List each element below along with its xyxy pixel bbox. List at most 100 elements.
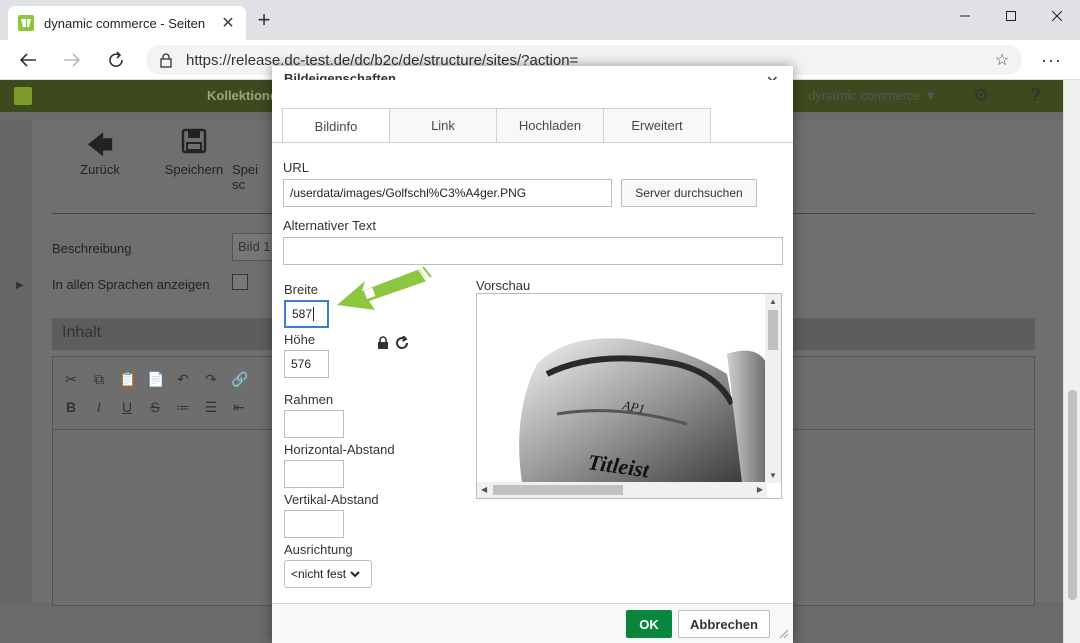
browse-server-button[interactable]: Server durchsuchen (621, 179, 757, 207)
vspace-label: Vertikal-Abstand (284, 492, 379, 507)
alt-text-label: Alternativer Text (283, 218, 376, 233)
golf-club-image: AP1 Titleist (519, 338, 767, 483)
logo-mark-icon (14, 87, 32, 105)
annotation-arrow-icon (337, 266, 432, 310)
italic-icon[interactable]: I (91, 399, 107, 415)
minimize-icon[interactable] (942, 0, 988, 32)
toolbar-save-close-label: Spei sc (232, 162, 259, 192)
scroll-up-icon[interactable]: ▲ (769, 297, 777, 306)
paste-text-icon[interactable]: 📄 (147, 371, 164, 388)
ok-button[interactable]: OK (626, 610, 672, 638)
redo-icon[interactable]: ↷ (203, 371, 219, 388)
preview-hscroll-thumb[interactable] (493, 485, 623, 495)
tab-title: dynamic commerce - Seiten (44, 15, 206, 31)
preview-box: AP1 Titleist ▲ ▼ ◀ ▶ (476, 293, 782, 499)
scroll-left-icon[interactable]: ◀ (481, 485, 487, 494)
bildinfo-panel: URL /userdata/images/Golfschl%C3%A4ger.P… (272, 142, 793, 602)
reset-size-icon[interactable] (395, 336, 409, 350)
cut-icon[interactable]: ✂ (63, 371, 79, 388)
strike-icon[interactable]: S (147, 399, 163, 415)
lock-ratio-icon[interactable] (377, 336, 389, 350)
tab-bildinfo[interactable]: Bildinfo (282, 108, 390, 143)
url-input[interactable]: /userdata/images/Golfschl%C3%A4ger.PNG (283, 179, 612, 207)
underline-icon[interactable]: U (119, 399, 135, 415)
tab-link[interactable]: Link (389, 108, 497, 142)
border-input[interactable] (284, 410, 344, 438)
close-window-icon[interactable] (1034, 0, 1080, 32)
reload-icon[interactable] (102, 46, 130, 74)
dc-favicon-icon (18, 15, 34, 31)
expand-arrow-icon[interactable]: ▶ (16, 280, 24, 291)
browser-tabbar: dynamic commerce - Seiten ✕ + (0, 0, 1080, 40)
align-select-value: <nicht fest (291, 567, 347, 581)
back-arrow-icon[interactable] (14, 46, 42, 74)
page-scrollbar-thumb[interactable] (1068, 390, 1077, 600)
hspace-input[interactable] (284, 460, 344, 488)
app-logo (14, 86, 74, 106)
alt-text-input[interactable] (283, 237, 783, 265)
tab-erweitert[interactable]: Erweitert (603, 108, 711, 142)
user-menu[interactable]: dynamic commerce ▼ (808, 88, 937, 103)
toolbar-save-label: Speichern (164, 162, 224, 177)
lock-icon (160, 52, 172, 68)
back-icon: 🡄 (86, 130, 114, 160)
width-input[interactable]: 587 (284, 300, 329, 328)
dialog-tabs: Bildinfo Link Hochladen Erweitert (282, 108, 782, 143)
text-caret (313, 307, 315, 321)
height-label: Höhe (284, 332, 316, 347)
help-icon[interactable]: ? (1030, 85, 1041, 106)
all-languages-label: In allen Sprachen anzeigen (52, 277, 210, 292)
editor-toolbar: ✂ ⧉ 📋 📄 ↶ ↷ 🔗 B I U S ≔ ☰ ⇤ (63, 365, 248, 421)
scroll-right-icon[interactable]: ▶ (757, 485, 763, 494)
align-select[interactable]: <nicht fest (284, 560, 372, 588)
forward-arrow-icon[interactable] (58, 46, 86, 74)
gear-icon[interactable]: ⚙ (973, 85, 989, 106)
all-languages-checkbox[interactable] (232, 274, 248, 290)
tab-close-icon[interactable]: ✕ (220, 13, 236, 33)
ratio-controls (377, 336, 409, 350)
height-input[interactable]: 576 (284, 350, 329, 378)
bold-icon[interactable]: B (63, 399, 79, 415)
preview-vscroll[interactable]: ▲ ▼ (765, 294, 781, 483)
window-controls (942, 0, 1080, 32)
tab-hochladen[interactable]: Hochladen (496, 108, 604, 142)
page-scrollbar[interactable] (1063, 80, 1080, 643)
scroll-down-icon[interactable]: ▼ (769, 471, 777, 480)
dialog-footer: OK Abbrechen (272, 603, 793, 643)
browser-menu-icon[interactable]: ··· (1041, 50, 1062, 71)
width-label: Breite (284, 282, 318, 297)
bullet-list-icon[interactable]: ☰ (203, 399, 219, 416)
outdent-icon[interactable]: ⇤ (231, 399, 247, 416)
align-label: Ausrichtung (284, 542, 353, 557)
vspace-input[interactable] (284, 510, 344, 538)
url-label: URL (283, 160, 310, 175)
dialog-body: Bildinfo Link Hochladen Erweitert URL /u… (272, 80, 793, 588)
maximize-icon[interactable] (988, 0, 1034, 32)
undo-icon[interactable]: ↶ (175, 371, 191, 388)
preview-label: Vorschau (476, 278, 531, 293)
toolbar-back[interactable]: 🡄 Zurück (60, 128, 140, 177)
copy-icon[interactable]: ⧉ (91, 371, 107, 388)
favorite-star-icon[interactable]: ☆ (992, 50, 1012, 70)
preview-hscroll[interactable]: ◀ ▶ (477, 482, 767, 498)
hspace-label: Horizontal-Abstand (284, 442, 395, 457)
cancel-button[interactable]: Abbrechen (678, 610, 770, 638)
toolbar-back-label: Zurück (80, 162, 120, 177)
new-tab-icon[interactable]: + (252, 9, 276, 33)
toolbar-save-close[interactable]: Spei sc (232, 128, 272, 192)
image-properties-dialog: Bildeigenschaften ✕ Bildinfo Link Hochla… (272, 66, 793, 643)
preview-vscroll-thumb[interactable] (768, 310, 778, 350)
user-menu-label: dynamic commerce (808, 88, 921, 103)
resize-grip-icon[interactable] (779, 629, 789, 639)
toolbar-save[interactable]: Speichern (154, 128, 234, 177)
paste-icon[interactable]: 📋 (119, 371, 136, 388)
border-label: Rahmen (284, 392, 334, 407)
width-value: 587 (292, 307, 313, 321)
link-icon[interactable]: 🔗 (231, 371, 248, 388)
numbered-list-icon[interactable]: ≔ (175, 399, 191, 416)
browser-tab[interactable]: dynamic commerce - Seiten ✕ (8, 6, 246, 40)
beschreibung-label: Beschreibung (52, 241, 132, 256)
app-left-strip: ▶ (0, 120, 32, 602)
chevron-down-icon (350, 571, 360, 578)
floppy-disk-icon (154, 128, 234, 162)
